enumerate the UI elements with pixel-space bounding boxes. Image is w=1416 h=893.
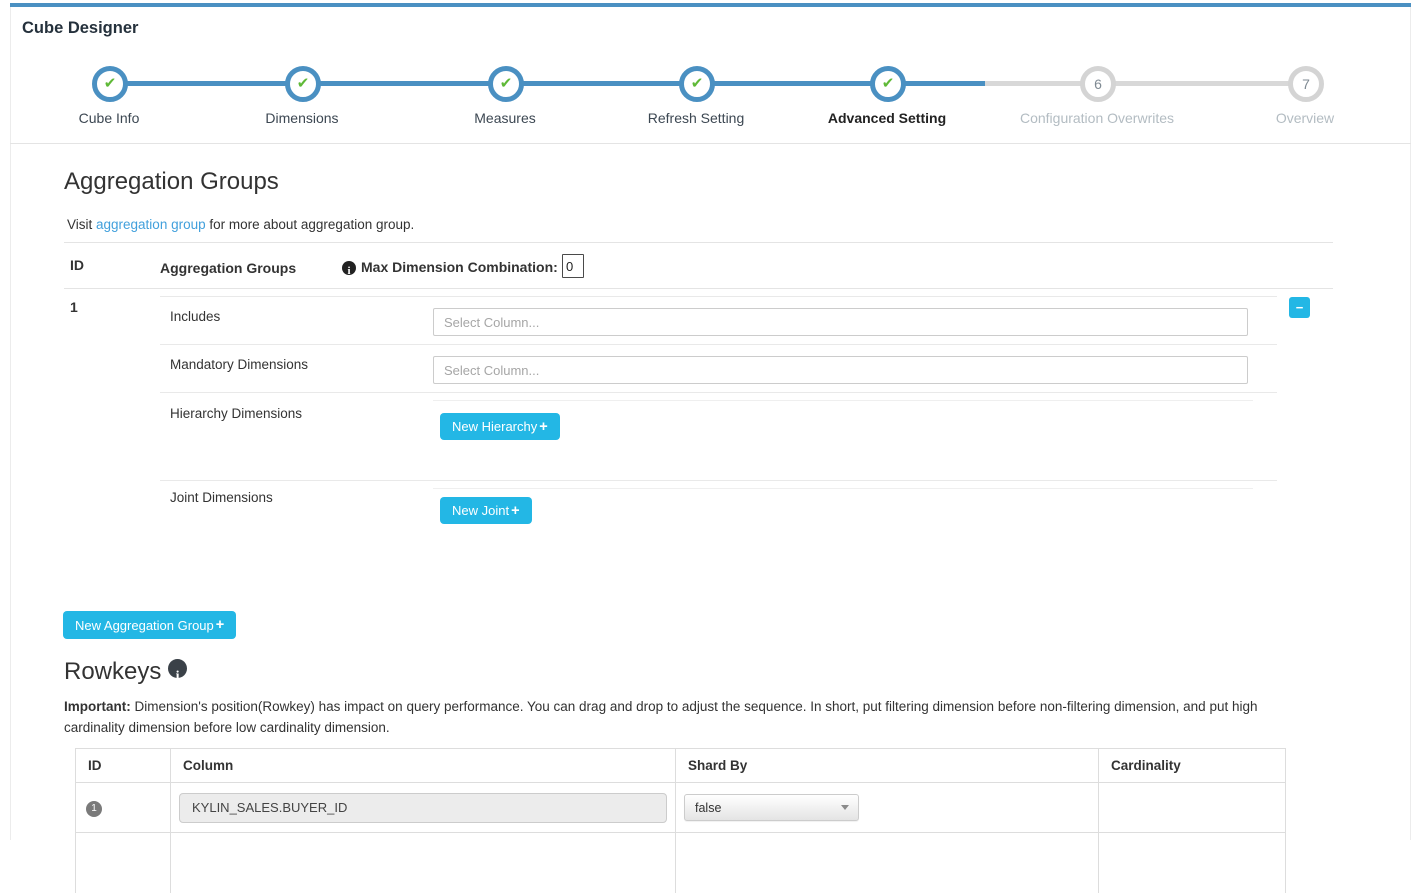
aggregation-groups-heading: Aggregation Groups bbox=[64, 168, 279, 196]
check-icon bbox=[882, 75, 895, 93]
row-divider bbox=[160, 392, 1277, 393]
check-icon bbox=[691, 75, 704, 93]
step-circle-advanced-setting[interactable] bbox=[870, 66, 906, 102]
table-divider bbox=[64, 242, 1333, 243]
sub-divider bbox=[433, 400, 1253, 401]
rowkey-row bbox=[76, 833, 1286, 893]
new-joint-button-label: New Joint bbox=[452, 503, 509, 518]
panel-left-border bbox=[10, 7, 11, 840]
step-label-advanced-setting[interactable]: Advanced Setting bbox=[777, 110, 997, 126]
table-divider bbox=[64, 288, 1333, 289]
step-circle-overview[interactable]: 7 bbox=[1288, 66, 1324, 102]
new-joint-button[interactable]: New Joint bbox=[440, 497, 532, 524]
rowkey-column-field[interactable]: KYLIN_SALES.BUYER_ID bbox=[179, 793, 667, 823]
panel-top-accent-bar bbox=[10, 3, 1411, 7]
panel-right-border bbox=[1410, 7, 1411, 840]
row-divider bbox=[160, 480, 1277, 481]
help-text-prefix: Visit bbox=[67, 217, 96, 232]
page-title: Cube Designer bbox=[22, 19, 138, 38]
check-icon bbox=[104, 75, 117, 93]
shard-by-value: false bbox=[695, 801, 721, 815]
max-dim-label-text: Max Dimension Combination: bbox=[361, 259, 558, 275]
step-circle-configuration-overwrites[interactable]: 6 bbox=[1080, 66, 1116, 102]
rowkeys-table: ID Column Shard By Cardinality 1 KYLIN_S… bbox=[75, 748, 1286, 893]
hierarchy-dimensions-label: Hierarchy Dimensions bbox=[170, 406, 302, 421]
step-label-measures[interactable]: Measures bbox=[395, 110, 615, 126]
agg-col-header-groups: Aggregation Groups bbox=[160, 260, 296, 276]
info-icon bbox=[342, 261, 356, 275]
mandatory-dimensions-label: Mandatory Dimensions bbox=[170, 357, 308, 372]
remove-aggregation-group-button[interactable] bbox=[1289, 297, 1310, 318]
new-hierarchy-button[interactable]: New Hierarchy bbox=[440, 413, 560, 440]
step-circle-measures[interactable] bbox=[488, 66, 524, 102]
rowkeys-heading-text: Rowkeys bbox=[64, 658, 161, 685]
step-circle-dimensions[interactable] bbox=[285, 66, 321, 102]
max-dim-combination-label: Max Dimension Combination: bbox=[342, 259, 558, 275]
step-label-configuration-overwrites[interactable]: Configuration Overwrites bbox=[987, 110, 1207, 126]
step-number: 7 bbox=[1302, 76, 1310, 92]
row-divider bbox=[160, 296, 1277, 297]
rowkeys-heading: Rowkeys bbox=[64, 658, 192, 686]
step-circle-cube-info[interactable] bbox=[92, 66, 128, 102]
row-divider bbox=[160, 344, 1277, 345]
step-label-dimensions[interactable]: Dimensions bbox=[192, 110, 412, 126]
rowkeys-header-row: ID Column Shard By Cardinality bbox=[76, 749, 1286, 783]
shard-by-select[interactable]: false bbox=[684, 794, 859, 821]
rowkey-row: 1 KYLIN_SALES.BUYER_ID false bbox=[76, 783, 1286, 833]
rowkey-id-badge: 1 bbox=[86, 801, 102, 817]
rowkeys-col-cardinality: Cardinality bbox=[1099, 749, 1286, 783]
new-aggregation-group-button[interactable]: New Aggregation Group bbox=[63, 611, 236, 639]
step-number: 6 bbox=[1094, 76, 1102, 92]
rowkeys-col-shard-by: Shard By bbox=[676, 749, 1099, 783]
plus-icon bbox=[509, 503, 519, 519]
plus-icon bbox=[537, 419, 547, 435]
caret-down-icon bbox=[841, 805, 849, 810]
aggregation-help-line: Visit aggregation group for more about a… bbox=[67, 217, 414, 232]
includes-select-input[interactable] bbox=[433, 308, 1248, 336]
check-icon bbox=[500, 75, 513, 93]
minus-icon bbox=[1296, 300, 1304, 315]
info-icon[interactable] bbox=[168, 659, 187, 678]
new-hierarchy-button-label: New Hierarchy bbox=[452, 419, 537, 434]
mandatory-select-input[interactable] bbox=[433, 356, 1248, 384]
help-text-suffix: for more about aggregation group. bbox=[206, 217, 415, 232]
new-aggregation-group-label: New Aggregation Group bbox=[75, 618, 214, 633]
aggregation-group-link[interactable]: aggregation group bbox=[96, 217, 206, 232]
joint-dimensions-label: Joint Dimensions bbox=[170, 490, 273, 505]
agg-col-header-id: ID bbox=[70, 257, 84, 273]
max-dim-combination-input[interactable] bbox=[562, 254, 584, 278]
step-label-refresh-setting[interactable]: Refresh Setting bbox=[586, 110, 806, 126]
important-label: Important: bbox=[64, 699, 131, 714]
agg-group-id: 1 bbox=[70, 299, 78, 315]
includes-label: Includes bbox=[170, 309, 220, 324]
plus-icon bbox=[214, 617, 224, 633]
wizard-progress-line-done bbox=[109, 81, 985, 86]
sub-divider bbox=[433, 488, 1253, 489]
wizard-progress-line-todo bbox=[985, 81, 1305, 86]
step-label-overview[interactable]: Overview bbox=[1195, 110, 1415, 126]
rowkey-cardinality-cell bbox=[1099, 783, 1286, 833]
important-text: Dimension's position(Rowkey) has impact … bbox=[64, 699, 1258, 735]
step-label-cube-info[interactable]: Cube Info bbox=[0, 110, 219, 126]
section-divider bbox=[10, 143, 1411, 144]
rowkeys-important-note: Important: Dimension's position(Rowkey) … bbox=[64, 697, 1320, 738]
check-icon bbox=[297, 75, 310, 93]
rowkeys-col-column: Column bbox=[171, 749, 676, 783]
rowkeys-col-id: ID bbox=[76, 749, 171, 783]
step-circle-refresh-setting[interactable] bbox=[679, 66, 715, 102]
